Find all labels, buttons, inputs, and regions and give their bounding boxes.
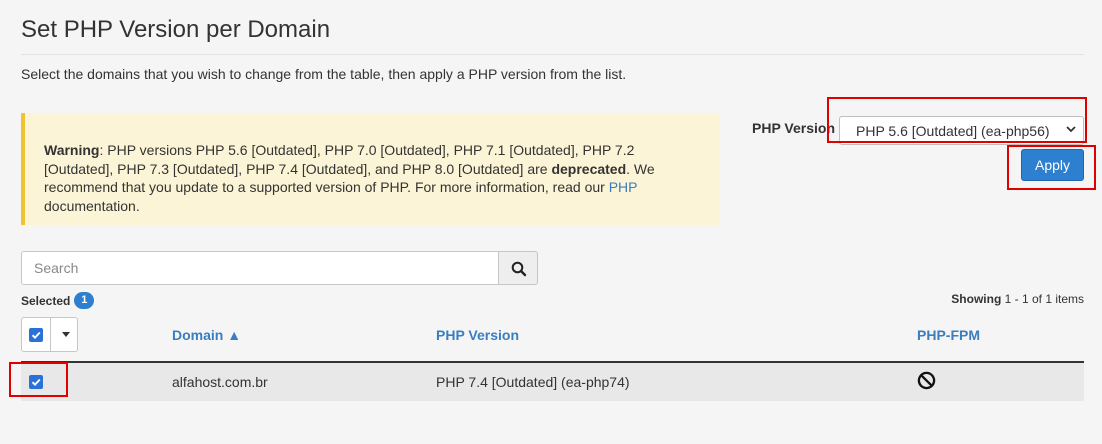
apply-button[interactable]: Apply (1021, 149, 1084, 181)
column-header-domain[interactable]: Domain ▲ (172, 327, 241, 343)
checkmark-icon (31, 331, 41, 339)
checkmark-icon (31, 378, 41, 386)
row-domain: alfahost.com.br (172, 374, 268, 390)
warning-text-3: documentation. (44, 197, 140, 214)
warning-text-1: : PHP versions PHP 5.6 [Outdated], PHP 7… (44, 142, 635, 177)
bulk-divider (50, 318, 51, 351)
search-icon (511, 261, 527, 277)
disabled-icon (917, 371, 936, 390)
selected-label: Selected (21, 293, 71, 308)
column-header-php-version[interactable]: PHP Version (436, 327, 519, 343)
warning-emphasis: deprecated (551, 160, 627, 177)
php-version-label: PHP Version (752, 120, 836, 136)
pagination-prefix: Showing (951, 292, 1002, 306)
title-divider (21, 54, 1084, 55)
deprecation-warning: Warning: PHP versions PHP 5.6 [Outdated]… (21, 113, 720, 225)
pagination-range: 1 - 1 of 1 items (1001, 292, 1084, 306)
search-button[interactable] (498, 251, 538, 285)
bulk-select-control[interactable] (21, 317, 78, 352)
selected-count: Selected 1 (21, 292, 95, 309)
row-checkbox[interactable] (29, 375, 43, 389)
row-php-version: PHP 7.4 [Outdated] (ea-php74) (436, 374, 630, 390)
php-version-select[interactable]: PHP 5.6 [Outdated] (ea-php56) (839, 116, 1084, 145)
warning-label: Warning (44, 142, 100, 158)
column-header-php-fpm[interactable]: PHP-FPM (917, 327, 980, 343)
caret-down-icon[interactable] (62, 332, 70, 337)
page-description: Select the domains that you wish to chan… (21, 66, 627, 82)
php-docs-link[interactable]: PHP (609, 179, 638, 195)
search-input[interactable] (21, 251, 499, 285)
php-version-selected: PHP 5.6 [Outdated] (ea-php56) (856, 123, 1050, 139)
pagination-summary: Showing 1 - 1 of 1 items (951, 292, 1084, 306)
selected-badge: 1 (74, 292, 95, 309)
select-all-checkbox[interactable] (29, 328, 43, 342)
chevron-down-icon (1066, 126, 1076, 133)
page-title: Set PHP Version per Domain (21, 16, 331, 43)
